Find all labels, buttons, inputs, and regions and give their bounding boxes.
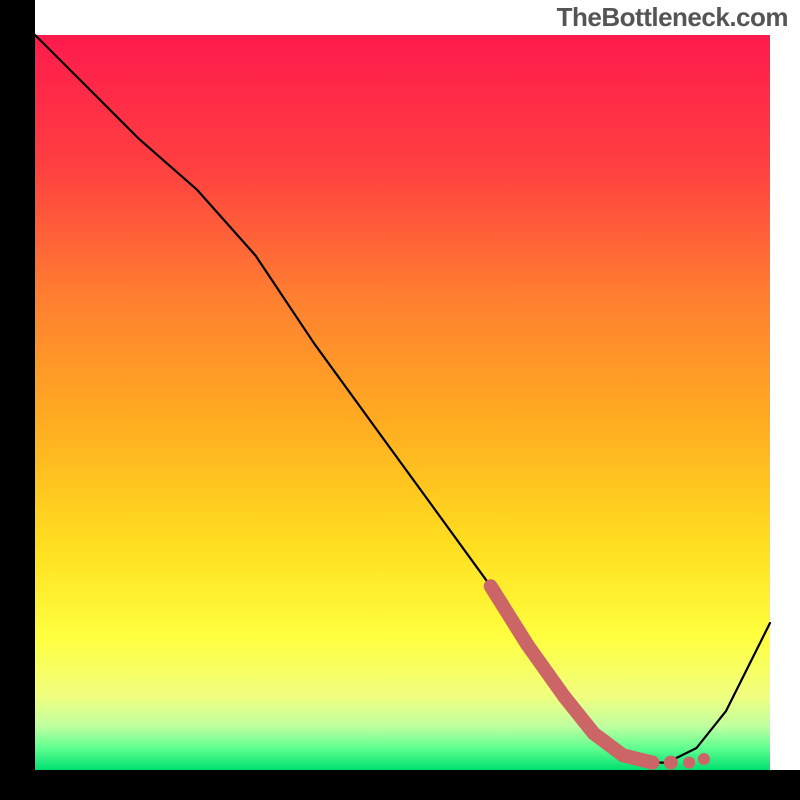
highlight-dot xyxy=(683,757,695,769)
bottleneck-chart: TheBottleneck.com xyxy=(0,0,800,800)
chart-svg xyxy=(0,0,800,800)
highlight-dot xyxy=(645,756,659,770)
margin-right xyxy=(770,0,800,800)
highlight-dot xyxy=(664,756,678,770)
highlight-dot xyxy=(698,753,710,765)
axis-left-bar xyxy=(0,0,35,800)
watermark-label: TheBottleneck.com xyxy=(557,2,788,33)
axis-bottom-bar xyxy=(0,770,800,800)
